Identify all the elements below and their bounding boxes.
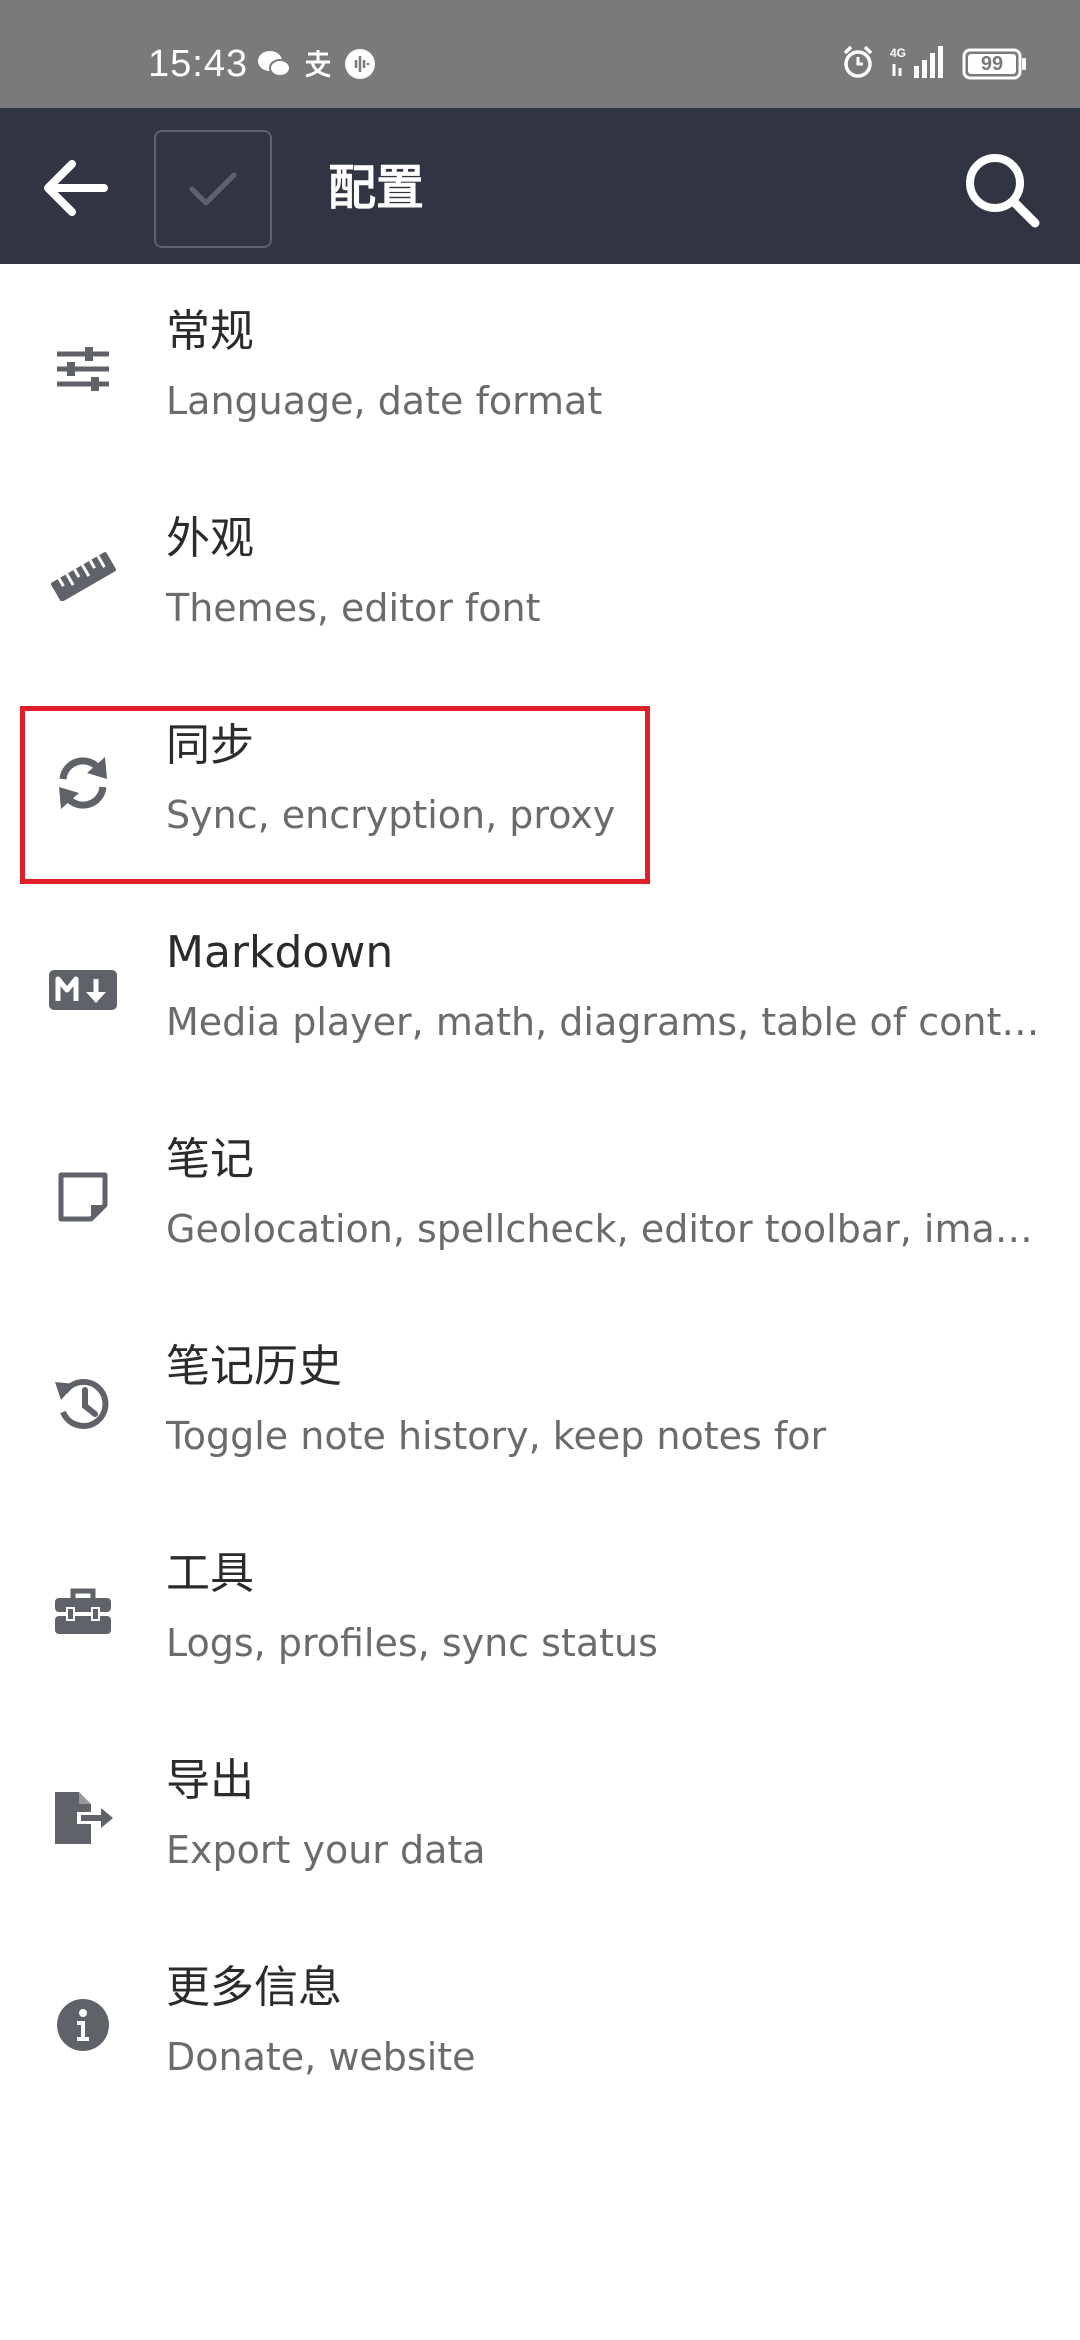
back-button[interactable] (34, 148, 114, 228)
item-title: 更多信息 (166, 1962, 342, 2013)
item-subtitle: Sync, encryption, proxy (166, 793, 616, 837)
item-title: 常规 (166, 306, 254, 357)
item-title: 同步 (166, 720, 254, 771)
alipay-icon (302, 48, 334, 84)
audio-icon (344, 48, 376, 84)
history-icon (48, 1369, 118, 1439)
settings-item-appearance[interactable]: 外观 Themes, editor font (0, 471, 1080, 678)
item-title: 笔记历史 (166, 1341, 342, 1392)
search-icon (966, 154, 1040, 228)
arrow-left-icon (44, 160, 108, 216)
item-title: 外观 (166, 513, 254, 564)
search-button[interactable] (956, 144, 1046, 234)
item-subtitle: Logs, profiles, sync status (166, 1621, 658, 1665)
item-subtitle: Media player, math, diagrams, table of c… (166, 1000, 1040, 1044)
item-subtitle: Toggle note history, keep notes for (166, 1414, 827, 1458)
item-title: Markdown (166, 927, 394, 978)
notification-icons (256, 48, 376, 84)
battery-level: 99 (980, 53, 1004, 75)
settings-item-export[interactable]: 导出 Export your data (0, 1713, 1080, 1920)
item-title: 工具 (166, 1548, 254, 1599)
battery-icon: 99 (962, 48, 1028, 80)
sliders-icon (48, 334, 118, 404)
item-subtitle: Export your data (166, 1828, 486, 1872)
settings-item-markdown[interactable]: Markdown Media player, math, diagrams, t… (0, 885, 1080, 1092)
settings-item-notes[interactable]: 笔记 Geolocation, spellcheck, editor toolb… (0, 1092, 1080, 1299)
settings-item-general[interactable]: 常规 Language, date format (0, 264, 1080, 471)
toolbox-icon (48, 1576, 118, 1646)
item-subtitle: Donate, website (166, 2035, 476, 2079)
settings-item-sync[interactable]: 同步 Sync, encryption, proxy (0, 678, 1080, 885)
save-button[interactable] (154, 130, 272, 248)
item-subtitle: Language, date format (166, 379, 603, 423)
settings-list: 常规 Language, date format 外观 Themes, edit… (0, 264, 1080, 2127)
svg-text:4G: 4G (890, 46, 906, 60)
note-icon (48, 1162, 118, 1232)
markdown-icon (48, 955, 118, 1025)
item-title: 导出 (166, 1755, 254, 1806)
settings-item-tools[interactable]: 工具 Logs, profiles, sync status (0, 1506, 1080, 1713)
alarm-icon (840, 44, 876, 84)
export-icon (48, 1783, 118, 1853)
signal-icon: 4G (890, 44, 948, 84)
status-bar: 15:43 4G 99 (0, 0, 1080, 108)
item-subtitle: Geolocation, spellcheck, editor toolbar,… (166, 1207, 1040, 1251)
check-icon (189, 172, 237, 206)
app-bar: 配置 (0, 108, 1080, 264)
page-title: 配置 (328, 160, 425, 216)
settings-item-about[interactable]: 更多信息 Donate, website (0, 1920, 1080, 2127)
item-subtitle: Themes, editor font (166, 586, 541, 630)
ruler-icon (48, 541, 118, 611)
status-time: 15:43 (148, 43, 249, 85)
wechat-icon (256, 49, 292, 83)
settings-item-note-history[interactable]: 笔记历史 Toggle note history, keep notes for (0, 1299, 1080, 1506)
system-status: 4G 99 (840, 44, 1028, 84)
info-icon (48, 1990, 118, 2060)
sync-icon (48, 748, 118, 818)
item-title: 笔记 (166, 1134, 254, 1185)
